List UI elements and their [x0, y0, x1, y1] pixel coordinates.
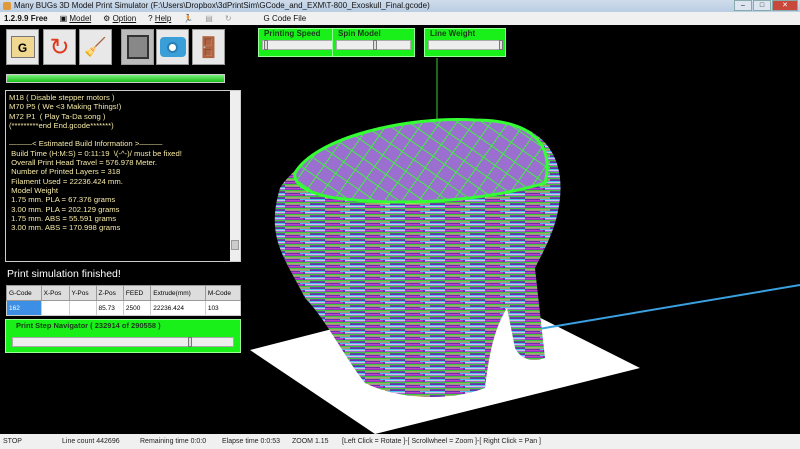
maximize-button[interactable]: □: [753, 0, 771, 11]
printer-button[interactable]: [121, 29, 154, 65]
menu-bar: 1.2.9.9 Free ▣ Model ⚙ Option ? Help 🏃 ▤…: [0, 12, 800, 25]
exit-door-icon: 🚪: [196, 36, 221, 59]
spin-model-group: Spin Model: [332, 28, 415, 57]
elapsed-time: Elapse time 0:0:53: [222, 438, 280, 445]
slider-thumb[interactable]: [373, 40, 377, 50]
close-button[interactable]: ✕: [772, 0, 798, 11]
col-xpos: X-Pos: [40, 285, 70, 301]
cell[interactable]: 103: [204, 300, 242, 316]
remaining-time: Remaining time 0:0:0: [140, 438, 207, 445]
book-icon[interactable]: ▤: [205, 14, 213, 23]
minimize-button[interactable]: –: [734, 0, 752, 11]
menu-gcode-file[interactable]: G Code File: [264, 14, 307, 23]
cell[interactable]: 162: [6, 300, 42, 316]
log-line: ———< Estimated Build Information >———: [9, 139, 163, 149]
spin-model-slider[interactable]: [336, 40, 411, 50]
3d-viewport[interactable]: [245, 58, 800, 434]
print-step-navigator: Print Step Navigator ( 232914 of 290558 …: [5, 319, 241, 353]
log-line: M70 P5 ( We <3 Making Things!): [9, 102, 122, 112]
menu-option[interactable]: ⚙ Option: [103, 14, 136, 23]
log-line: 1.75 mm. ABS = 55.591 grams: [9, 213, 117, 223]
table-row[interactable]: 162 85.73 2500 22236.424 103: [6, 300, 242, 316]
model-top-layer: [293, 118, 549, 204]
run-state: STOP: [3, 438, 22, 445]
log-line: 3.00 mm. ABS = 170.998 grams: [9, 223, 121, 233]
cell[interactable]: 2500: [122, 300, 152, 316]
slider-thumb[interactable]: [188, 337, 192, 347]
log-line: 3.00 mm. PLA = 202.129 grams: [9, 204, 120, 214]
log-line: 1.75 mm. PLA = 67.376 grams: [9, 195, 116, 205]
log-line: (*********end End.gcode*******): [9, 120, 114, 130]
load-progress-bar: [6, 74, 225, 83]
line-weight-label: Line Weight: [430, 29, 476, 38]
line-weight-group: Line Weight: [424, 28, 506, 57]
slider-thumb[interactable]: [499, 40, 503, 50]
position-table: G-Code X-Pos Y-Pos Z-Pos FEED Extrude(mm) M-Co…: [6, 285, 242, 316]
printing-speed-slider[interactable]: [262, 40, 341, 50]
x-axis-line: [514, 284, 800, 334]
printer-icon: [126, 35, 149, 59]
cell[interactable]: [68, 300, 97, 316]
line-weight-slider[interactable]: [428, 40, 503, 50]
col-zpos: Z-Pos: [95, 285, 124, 301]
navigator-label: Print Step Navigator ( 232914 of 290558 …: [16, 321, 161, 330]
folder-icon: G: [10, 36, 35, 58]
log-line: Model Weight: [9, 185, 58, 195]
col-mcode: M-Code: [204, 285, 242, 301]
run-icon[interactable]: 🏃: [183, 14, 193, 23]
simulation-status: Print simulation finished!: [7, 268, 121, 280]
cell[interactable]: 22236.424: [150, 300, 206, 316]
menu-model[interactable]: ▣ Model: [60, 14, 92, 23]
line-count: Line count 442696: [62, 438, 120, 445]
exit-button[interactable]: 🚪: [192, 29, 225, 65]
window-title: Many BUGs 3D Model Print Simulator (F:\U…: [14, 1, 430, 10]
log-line: Overall Print Head Travel = 576.978 Mete…: [9, 158, 158, 168]
slider-thumb[interactable]: [264, 40, 268, 50]
gcode-log[interactable]: M18 ( Disable stepper motors ) M70 P5 ( W…: [5, 90, 241, 262]
clear-button[interactable]: 🧹: [79, 29, 112, 65]
col-extrude: Extrude(mm): [150, 285, 206, 301]
log-line: Build Time (H:M:S) = 0:11:19 \(-^-)/ mus…: [9, 148, 182, 158]
status-bar: STOP Line count 442696 Remaining time 0:…: [0, 434, 800, 449]
col-gcode: G-Code: [6, 285, 42, 301]
broom-icon: 🧹: [84, 36, 107, 57]
log-line: M72 P1 ( Play Ta-Da song ): [9, 111, 106, 121]
zoom-level: ZOOM 1.15: [292, 438, 329, 445]
log-scrollbar[interactable]: [230, 91, 240, 261]
log-line: M18 ( Disable stepper motors ): [9, 93, 115, 102]
title-bar: Many BUGs 3D Model Print Simulator (F:\U…: [0, 0, 800, 12]
loop-icon[interactable]: ↻: [225, 14, 232, 23]
cell[interactable]: 85.73: [95, 300, 124, 316]
col-ypos: Y-Pos: [68, 285, 97, 301]
col-feed: FEED: [122, 285, 152, 301]
screenshot-button[interactable]: [156, 29, 189, 65]
app-icon: [3, 2, 11, 10]
navigator-slider[interactable]: [12, 337, 234, 347]
spin-model-label: Spin Model: [338, 29, 381, 38]
menu-help[interactable]: ? Help: [148, 14, 171, 23]
cell[interactable]: [40, 300, 70, 316]
log-line: Number of Printed Layers = 318: [9, 167, 121, 177]
printing-speed-label: Printing Speed: [264, 29, 321, 38]
restart-button[interactable]: ↻: [43, 29, 76, 65]
reload-icon: ↻: [49, 33, 70, 61]
open-gcode-button[interactable]: G: [6, 29, 39, 65]
camera-icon: [159, 37, 186, 57]
log-line: Filament Used = 22236.424 mm.: [9, 176, 123, 186]
version-label: 1.2.9.9 Free: [4, 14, 48, 23]
mouse-hint: [Left Click = Rotate ]-[ Scrollwheel = Z…: [342, 438, 541, 445]
